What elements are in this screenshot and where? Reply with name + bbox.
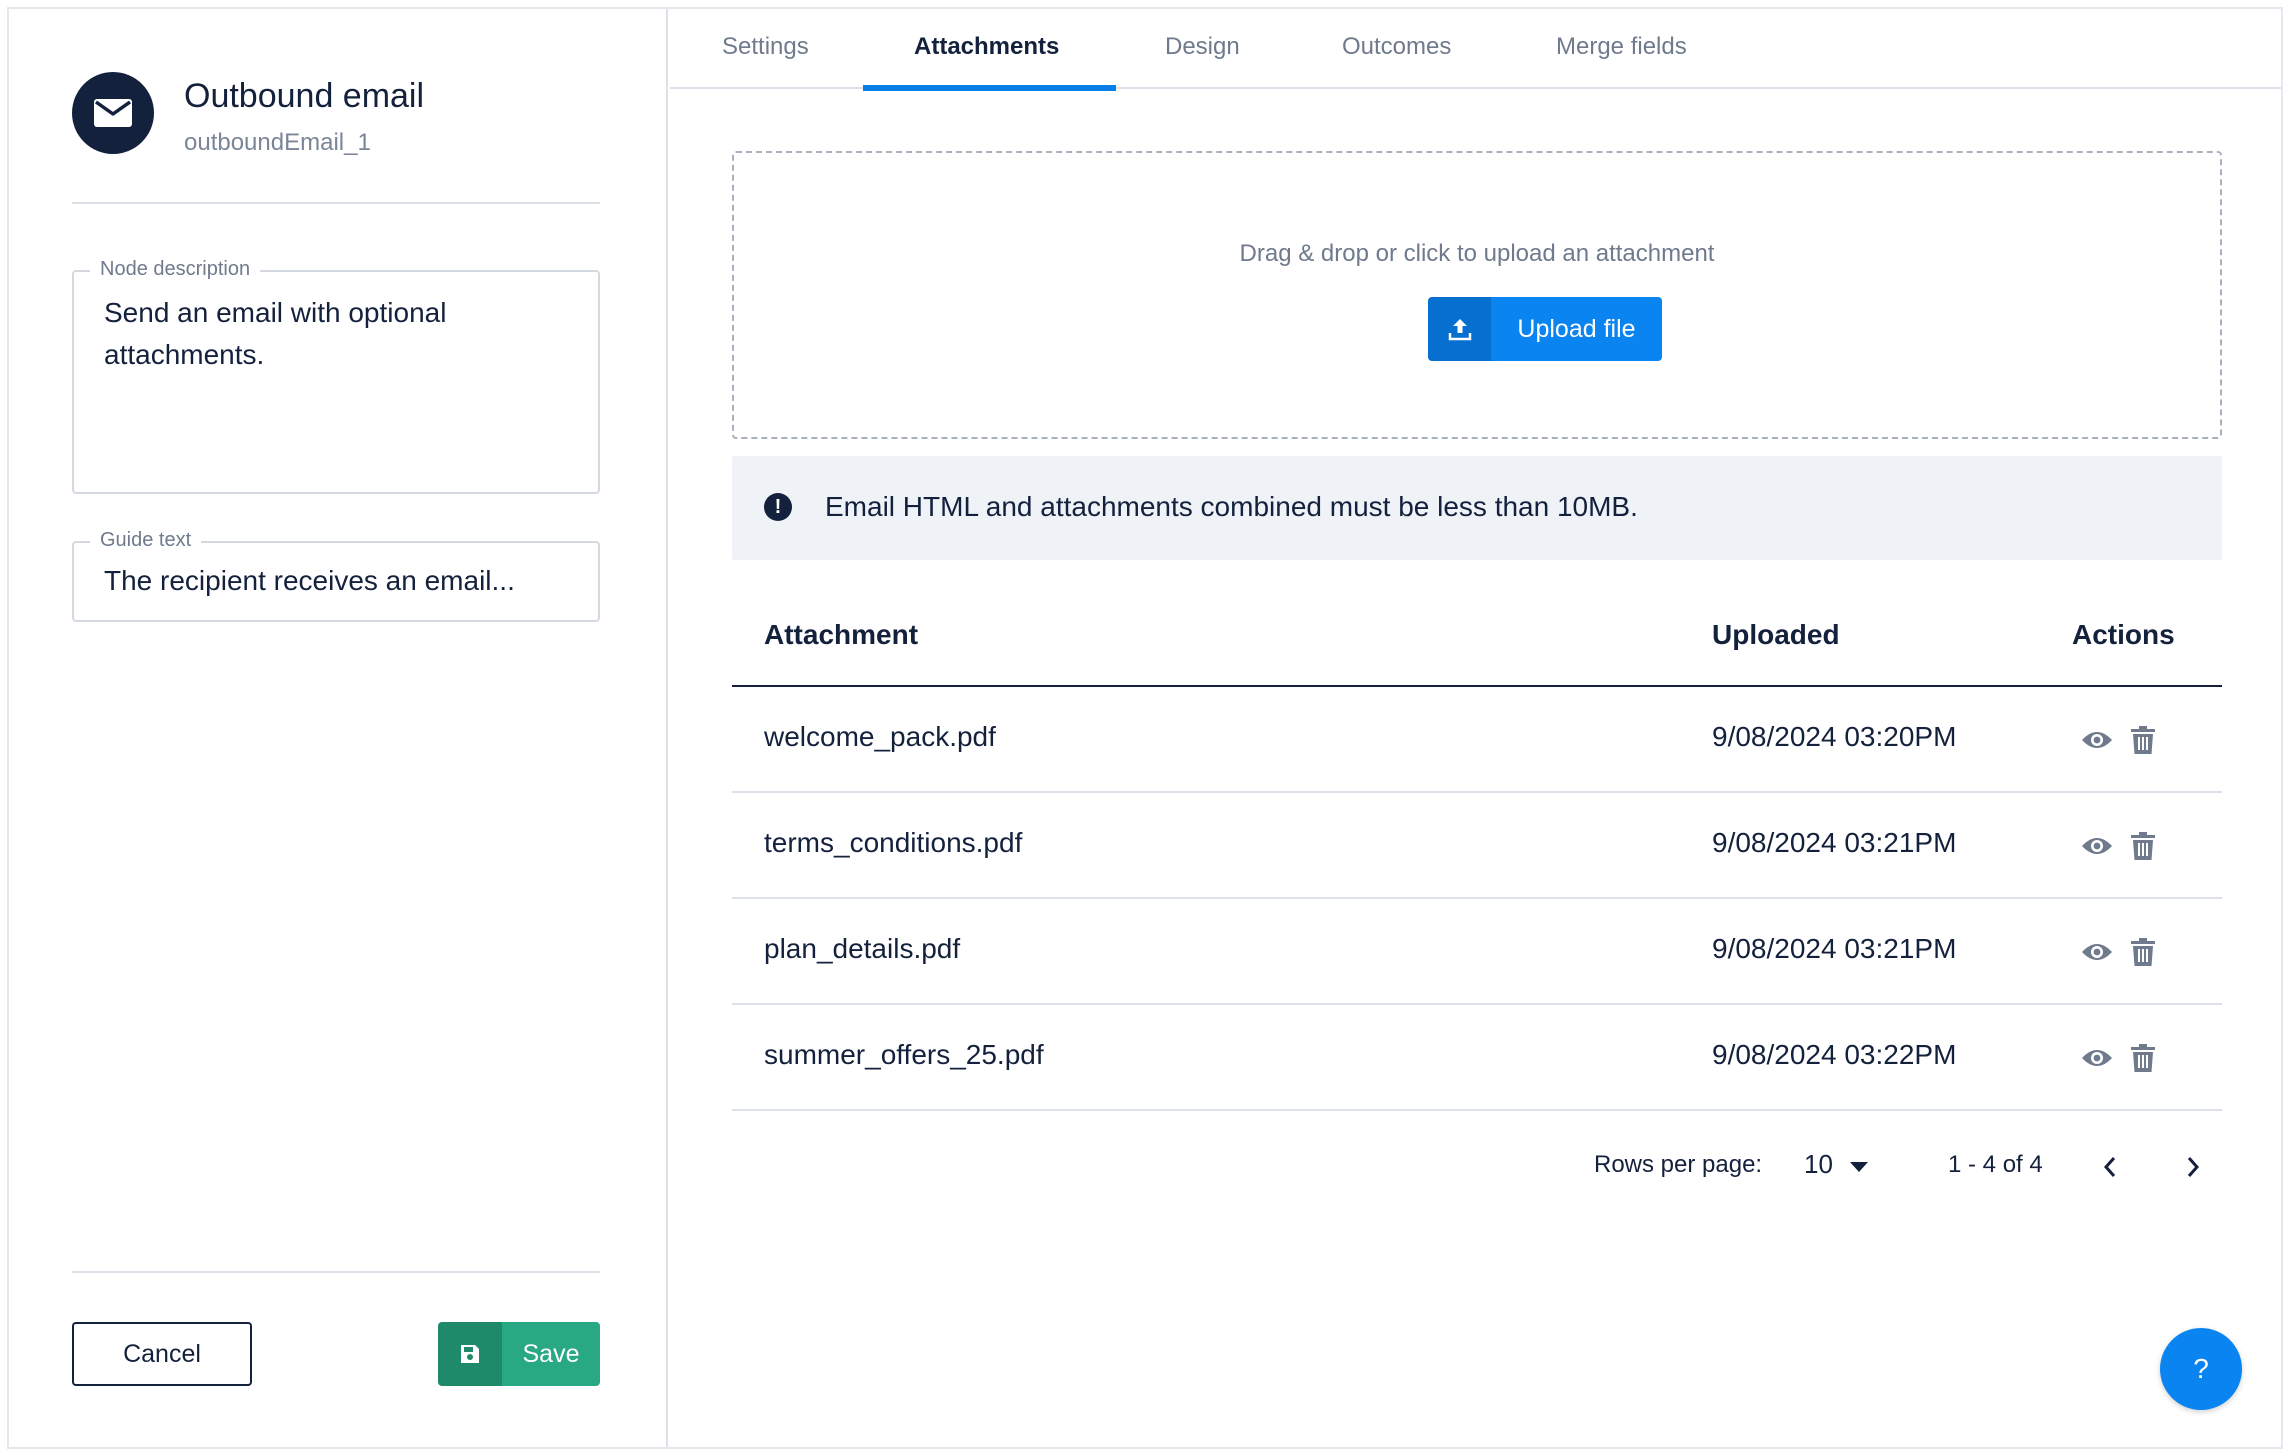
trash-icon[interactable] xyxy=(2125,1040,2161,1076)
help-button[interactable]: ? xyxy=(2160,1328,2242,1410)
table-row: summer_offers_25.pdf 9/08/2024 03:22PM xyxy=(732,1005,2222,1111)
tab-bar: Settings Attachments Design Outcomes Mer… xyxy=(670,9,2281,91)
attachments-panel: Settings Attachments Design Outcomes Mer… xyxy=(670,9,2281,1447)
guide-text-value[interactable]: The recipient receives an email... xyxy=(104,560,515,602)
upload-icon xyxy=(1428,297,1491,361)
tab-settings[interactable]: Settings xyxy=(722,33,809,61)
eye-icon[interactable] xyxy=(2079,722,2115,758)
page-range: 1 - 4 of 4 xyxy=(1948,1151,2043,1178)
size-limit-alert: ! Email HTML and attachments combined mu… xyxy=(732,456,2222,560)
node-description-value[interactable]: Send an email with optional attachments. xyxy=(104,292,564,376)
eye-icon[interactable] xyxy=(2079,828,2115,864)
app-frame: Outbound email outboundEmail_1 Node desc… xyxy=(7,7,2283,1449)
tab-outcomes[interactable]: Outcomes xyxy=(1342,33,1451,61)
exclamation-icon: ! xyxy=(764,493,792,521)
uploaded-date: 9/08/2024 03:22PM xyxy=(1712,1039,1957,1070)
upload-file-label: Upload file xyxy=(1491,297,1662,361)
node-title: Outbound email xyxy=(184,77,425,115)
cancel-button[interactable]: Cancel xyxy=(72,1322,252,1386)
save-button-label: Save xyxy=(502,1322,600,1386)
chevron-right-icon[interactable] xyxy=(2177,1151,2209,1183)
eye-icon[interactable] xyxy=(2079,934,2115,970)
column-header-attachment: Attachment xyxy=(764,619,919,650)
guide-text-label: Guide text xyxy=(90,529,202,552)
attachments-table: Attachment Uploaded Actions welcome_pack… xyxy=(732,583,2222,1111)
dropzone-prompt: Drag & drop or click to upload an attach… xyxy=(1239,240,1715,267)
uploaded-date: 9/08/2024 03:20PM xyxy=(1712,721,1957,752)
eye-icon[interactable] xyxy=(2079,1040,2115,1076)
tab-merge-fields[interactable]: Merge fields xyxy=(1556,33,1687,61)
attachment-name: welcome_pack.pdf xyxy=(764,721,996,752)
trash-icon[interactable] xyxy=(2125,828,2161,864)
node-description-field[interactable]: Node description Send an email with opti… xyxy=(72,258,600,494)
guide-text-field[interactable]: Guide text The recipient receives an ema… xyxy=(72,529,600,622)
caret-down-icon[interactable] xyxy=(1843,1151,1875,1183)
floppy-disk-icon xyxy=(438,1322,502,1386)
divider xyxy=(72,202,600,204)
trash-icon[interactable] xyxy=(2125,722,2161,758)
attachment-name: plan_details.pdf xyxy=(764,933,961,964)
node-id: outboundEmail_1 xyxy=(184,129,371,156)
chevron-left-icon[interactable] xyxy=(2094,1151,2126,1183)
node-settings-panel: Outbound email outboundEmail_1 Node desc… xyxy=(9,9,668,1447)
size-limit-text: Email HTML and attachments combined must… xyxy=(825,491,1638,522)
table-row: terms_conditions.pdf 9/08/2024 03:21PM xyxy=(732,793,2222,899)
column-header-actions: Actions xyxy=(2072,619,2175,650)
envelope-icon xyxy=(72,72,154,154)
table-row: plan_details.pdf 9/08/2024 03:21PM xyxy=(732,899,2222,1005)
rows-per-page-label: Rows per page: xyxy=(1594,1151,1763,1178)
attachment-dropzone[interactable]: Drag & drop or click to upload an attach… xyxy=(732,151,2222,439)
column-header-uploaded: Uploaded xyxy=(1712,619,1840,650)
node-description-label: Node description xyxy=(90,258,261,281)
save-button[interactable]: Save xyxy=(438,1322,600,1386)
trash-icon[interactable] xyxy=(2125,934,2161,970)
attachment-name: terms_conditions.pdf xyxy=(764,827,1023,858)
uploaded-date: 9/08/2024 03:21PM xyxy=(1712,827,1957,858)
rows-per-page-select[interactable]: 10 xyxy=(1804,1149,1833,1180)
table-header: Attachment Uploaded Actions xyxy=(732,583,2222,687)
tab-attachments[interactable]: Attachments xyxy=(914,33,1059,61)
divider xyxy=(72,1271,600,1273)
table-row: welcome_pack.pdf 9/08/2024 03:20PM xyxy=(732,687,2222,793)
active-tab-indicator xyxy=(863,85,1116,91)
uploaded-date: 9/08/2024 03:21PM xyxy=(1712,933,1957,964)
upload-file-button[interactable]: Upload file xyxy=(1428,297,1662,361)
tab-design[interactable]: Design xyxy=(1165,33,1240,61)
attachment-name: summer_offers_25.pdf xyxy=(764,1039,1044,1070)
